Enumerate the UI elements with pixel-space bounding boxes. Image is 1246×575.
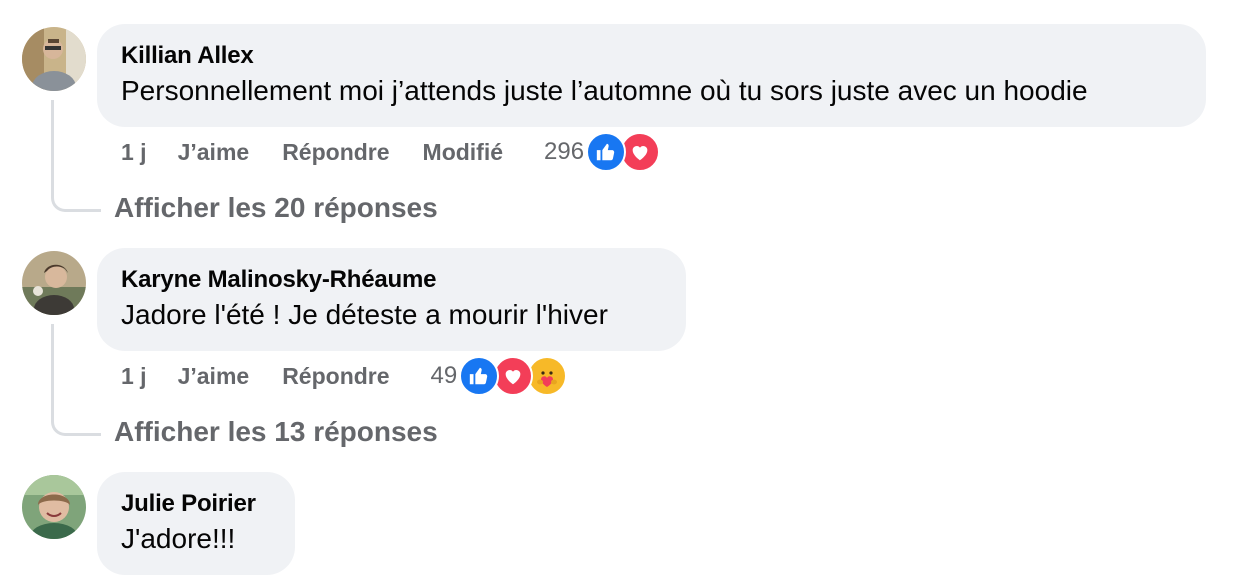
view-replies-link[interactable]: Afficher les 13 réponses [114,416,438,448]
love-icon [493,356,534,396]
comment-bubble: Karyne Malinosky-Rhéaume Jadore l'été ! … [97,248,686,351]
thread-connector [51,324,101,436]
reply-button[interactable]: Répondre [282,363,389,390]
comment-timestamp[interactable]: 1 j [121,139,147,166]
care-icon [527,356,568,396]
like-icon [459,356,500,396]
comment-author[interactable]: Killian Allex [121,41,1182,71]
thread-connector [51,100,101,212]
like-button[interactable]: J’aime [178,363,250,390]
love-icon [620,132,661,172]
edited-label[interactable]: Modifié [423,139,504,166]
reaction-count[interactable]: 49 [431,362,458,390]
view-replies-link[interactable]: Afficher les 20 réponses [114,192,438,224]
comment-text: Personnellement moi j’attends juste l’au… [121,75,1088,106]
comment-bubble: Julie Poirier J'adore!!! [97,472,295,575]
reaction-icons[interactable] [586,132,661,172]
avatar[interactable] [22,251,86,315]
comment-text: Jadore l'été ! Je déteste a mourir l'hiv… [121,299,608,330]
like-button[interactable]: J’aime [178,139,250,166]
comment-bubble: Killian Allex Personnellement moi j’atte… [97,24,1206,127]
comment-author[interactable]: Julie Poirier [121,489,271,519]
comment-text: J'adore!!! [121,523,236,554]
reaction-icons[interactable] [459,356,568,396]
avatar[interactable] [22,475,86,539]
reaction-count[interactable]: 296 [544,138,584,166]
like-icon [586,132,627,172]
comment-actions: 1 j J’aime Répondre 49 [121,356,568,396]
comment-author[interactable]: Karyne Malinosky-Rhéaume [121,265,662,295]
comment-actions: 1 j J’aime Répondre Modifié 296 [121,132,661,172]
comment-timestamp[interactable]: 1 j [121,363,147,390]
avatar[interactable] [22,27,86,91]
reply-button[interactable]: Répondre [282,139,389,166]
